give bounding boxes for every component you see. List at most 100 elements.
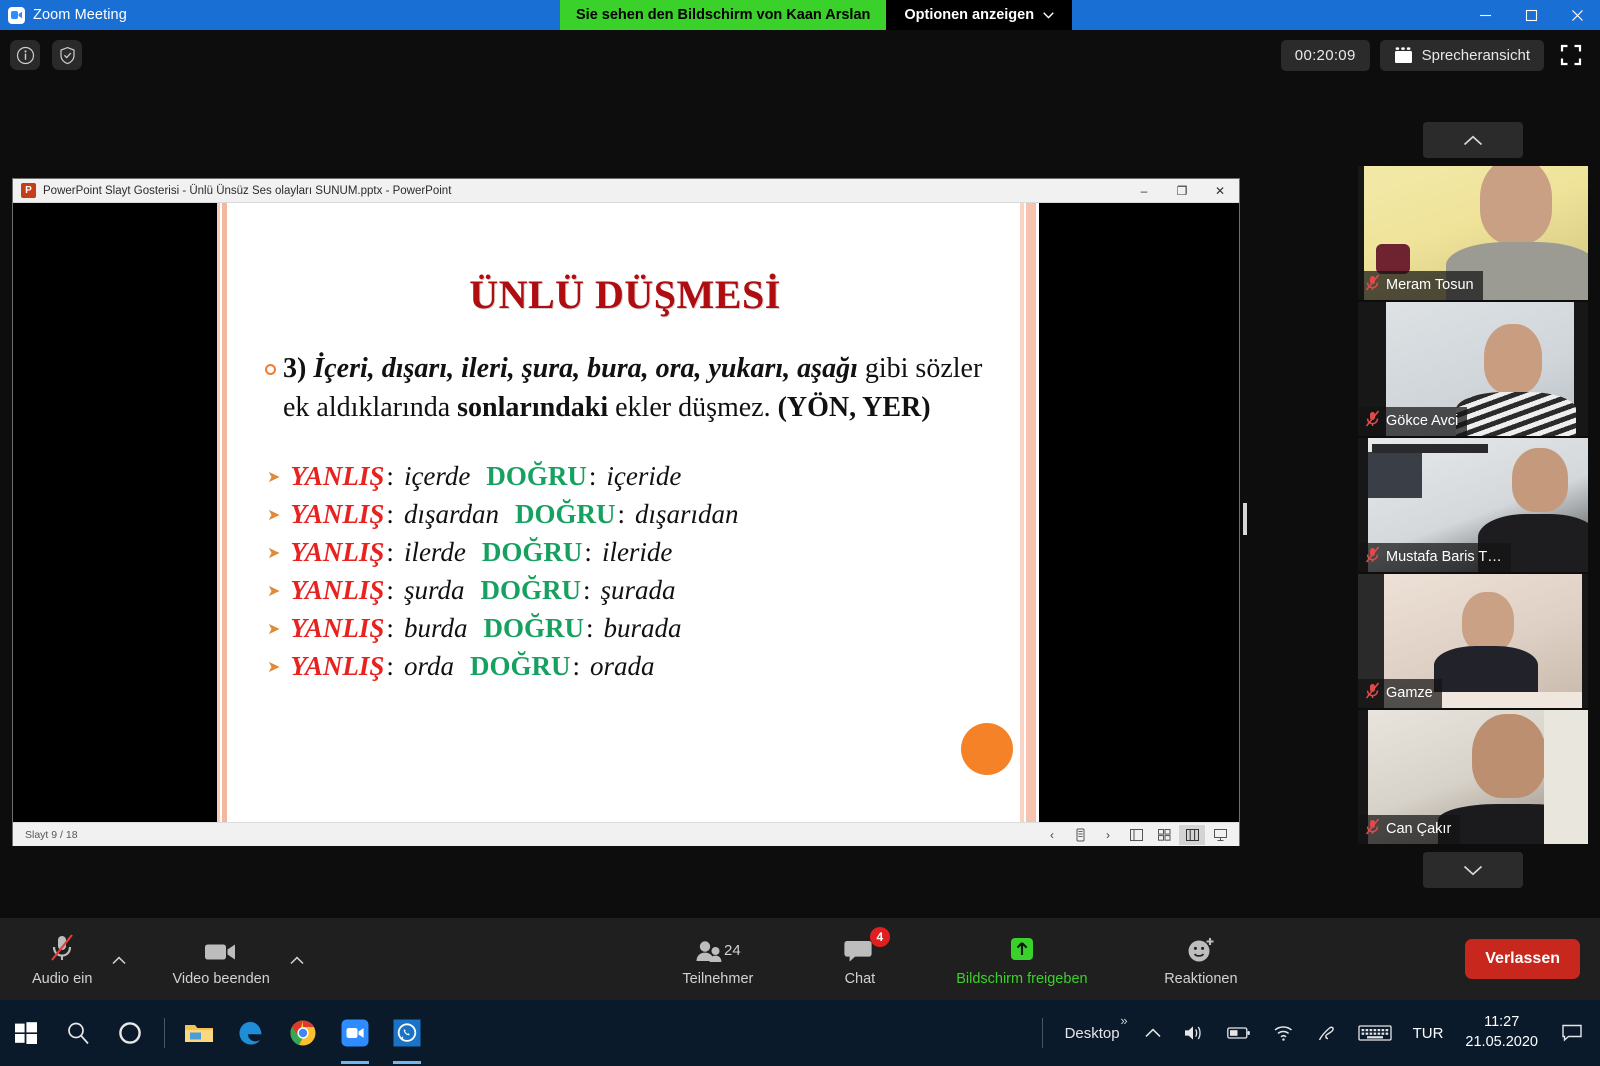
window-controls (1462, 0, 1600, 30)
maximize-button[interactable] (1508, 0, 1554, 30)
right-word: ileride (601, 537, 673, 568)
ring-bullet-icon (265, 364, 276, 375)
right-label: DOĞRU (483, 613, 584, 644)
slide-example-row: ➤ YANLIŞ: şurda DOĞRU: şurada (267, 575, 1009, 606)
mic-muted-icon (1365, 818, 1380, 840)
powerpoint-restore-button[interactable]: ❐ (1163, 179, 1201, 203)
zoom-app-icon[interactable] (329, 1000, 381, 1066)
right-colon: : (582, 575, 591, 606)
reactions-button[interactable]: Reaktionen (1146, 931, 1256, 987)
zoom-meeting-window: Zoom Meeting Sie sehen den Bildschirm vo… (0, 0, 1600, 1066)
desktop-taskview-label[interactable]: » Desktop (1051, 1013, 1134, 1042)
participant-name-tag: Meram Tosun (1358, 271, 1483, 300)
mic-muted-icon (45, 931, 79, 965)
keyboard-icon[interactable] (1347, 1023, 1403, 1043)
whatsapp-icon[interactable] (381, 1000, 433, 1066)
shield-icon[interactable] (52, 40, 82, 70)
participant-thumbnail[interactable]: Gökce Avci (1358, 302, 1588, 436)
info-icon[interactable] (10, 40, 40, 70)
minimize-button[interactable] (1462, 0, 1508, 30)
participants-label: Teilnehmer (682, 971, 754, 987)
powerpoint-window-controls: – ❐ ✕ (1125, 179, 1239, 203)
double-chevron-right-icon: » (1120, 1012, 1128, 1028)
audio-options-caret[interactable] (102, 931, 136, 987)
tray-chevron-up-icon[interactable] (1134, 1028, 1172, 1038)
fullscreen-icon[interactable] (1554, 38, 1588, 72)
file-explorer-icon[interactable] (173, 1000, 225, 1066)
participant-thumbnail[interactable]: Mustafa Baris T… (1358, 438, 1588, 572)
participant-thumbnail[interactable]: Can Çakır (1358, 710, 1588, 844)
view-normal-icon[interactable] (1123, 825, 1149, 845)
powerpoint-minimize-button[interactable]: – (1125, 179, 1163, 203)
share-screen-button[interactable]: Bildschirm freigeben (942, 931, 1102, 987)
system-tray: » Desktop TUR 11:27 21.05.2020 (1034, 1000, 1600, 1066)
right-colon: : (584, 537, 592, 568)
pen-icon[interactable] (1067, 825, 1093, 845)
video-control-group: Video beenden (162, 931, 313, 987)
chrome-browser-icon[interactable] (277, 1000, 329, 1066)
slide-examples-list: ➤ YANLIŞ: içerde DOĞRU: içeride ➤ YANLIŞ: dışar… (241, 461, 1009, 682)
strip-scroll-down-button[interactable] (1423, 852, 1523, 888)
right-colon: : (617, 499, 625, 530)
close-button[interactable] (1554, 0, 1600, 30)
view-reading-icon[interactable] (1179, 824, 1205, 845)
audio-control-group: Audio ein (22, 931, 136, 987)
chat-label: Chat (844, 971, 876, 987)
search-icon[interactable] (52, 1000, 104, 1066)
speaker-view-button[interactable]: Sprecheransicht (1379, 39, 1544, 71)
clock[interactable]: 11:27 21.05.2020 (1453, 1013, 1550, 1052)
input-language[interactable]: TUR (1403, 1025, 1454, 1042)
slide-scroll-handle[interactable] (1243, 503, 1247, 535)
paragraph-number: 3) (283, 353, 314, 384)
battery-icon[interactable] (1216, 1026, 1262, 1040)
taskbar-separator (164, 1018, 165, 1048)
windows-start-icon[interactable] (0, 1000, 52, 1066)
participants-button[interactable]: 24 Teilnehmer (658, 931, 778, 987)
zoom-app-title: Zoom Meeting (33, 7, 127, 23)
participant-name-tag: Gökce Avci (1358, 407, 1468, 436)
show-options-button[interactable]: Optionen anzeigen (886, 0, 1073, 30)
audio-button[interactable]: Audio ein (22, 931, 102, 987)
wifi-icon[interactable] (1262, 1025, 1305, 1042)
participant-thumbnail[interactable]: Gamze (1358, 574, 1588, 708)
slide-paragraph: 3) İçeri, dışarı, ileri, şura, bura, ora… (283, 350, 983, 427)
participant-name: Mustafa Baris T… (1386, 549, 1502, 565)
wrong-word: orda (403, 651, 454, 682)
desktop-label-text: Desktop (1064, 1024, 1120, 1042)
reactions-label: Reaktionen (1164, 971, 1238, 987)
pen-icon[interactable] (1305, 1023, 1347, 1043)
annotation-dot (961, 723, 1013, 775)
windows-taskbar: » Desktop TUR 11:27 21.05.2020 (0, 1000, 1600, 1066)
wrong-label: YANLIŞ (290, 613, 385, 644)
wrong-colon: : (386, 461, 394, 492)
participant-thumbnail[interactable]: Meram Tosun (1358, 166, 1588, 300)
slide-title: ÜNLÜ DÜŞMESİ (469, 272, 781, 317)
cortana-circle-icon[interactable] (104, 1000, 156, 1066)
powerpoint-close-button[interactable]: ✕ (1201, 179, 1239, 203)
chat-button[interactable]: 4 Chat (822, 927, 898, 987)
view-slideshow-icon[interactable] (1207, 825, 1233, 845)
prev-slide-button[interactable]: ‹ (1039, 825, 1065, 845)
video-options-caret[interactable] (280, 931, 314, 987)
right-label: DOĞRU (469, 651, 571, 682)
wrong-word: burda (403, 613, 468, 644)
screen-share-banner: Sie sehen den Bildschirm von Kaan Arslan (560, 0, 887, 30)
slide-paragraph-block: 3) İçeri, dışarı, ileri, şura, bura, ora… (241, 350, 1009, 427)
chevron-up-icon (1463, 135, 1483, 145)
video-button[interactable]: Video beenden (162, 931, 279, 987)
slide-canvas[interactable]: ÜNLÜ DÜŞMESİ 3) İçeri, dışarı, ileri, şu… (217, 203, 1039, 822)
participant-name-tag: Gamze (1358, 679, 1442, 708)
people-icon: 24 (693, 931, 743, 965)
view-grid-icon[interactable] (1151, 825, 1177, 845)
notification-icon[interactable] (1550, 1023, 1594, 1043)
edge-browser-icon[interactable] (225, 1000, 277, 1066)
wrong-colon: : (386, 575, 394, 606)
speaker-icon[interactable] (1172, 1024, 1216, 1042)
participant-name: Gamze (1386, 685, 1433, 701)
next-slide-button[interactable]: › (1095, 825, 1121, 845)
leave-meeting-button[interactable]: Verlassen (1465, 939, 1580, 979)
right-label: DOĞRU (486, 461, 587, 492)
strip-scroll-up-button[interactable] (1423, 122, 1523, 158)
wrong-label: YANLIŞ (290, 575, 385, 606)
slide-example-row: ➤ YANLIŞ: ilerde DOĞRU: ileride (267, 537, 1009, 568)
